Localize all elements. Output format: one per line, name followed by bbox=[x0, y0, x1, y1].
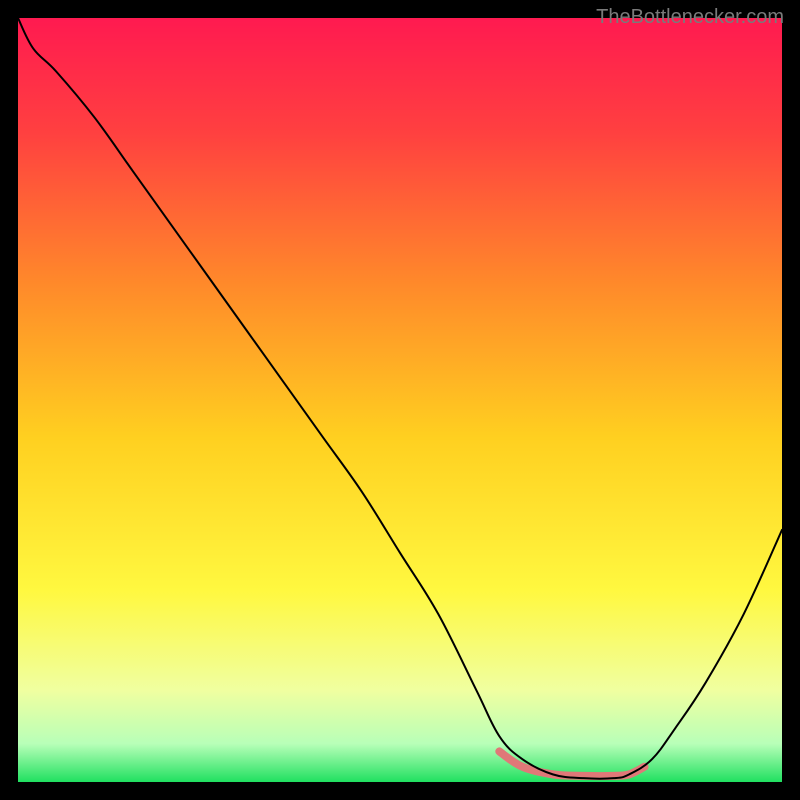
watermark-text: TheBottlenecker.com bbox=[596, 6, 784, 29]
chart-plot-area bbox=[18, 18, 782, 782]
chart-curve-layer bbox=[18, 18, 782, 782]
optimal-band-path bbox=[499, 751, 644, 776]
bottleneck-curve-path bbox=[18, 18, 782, 779]
